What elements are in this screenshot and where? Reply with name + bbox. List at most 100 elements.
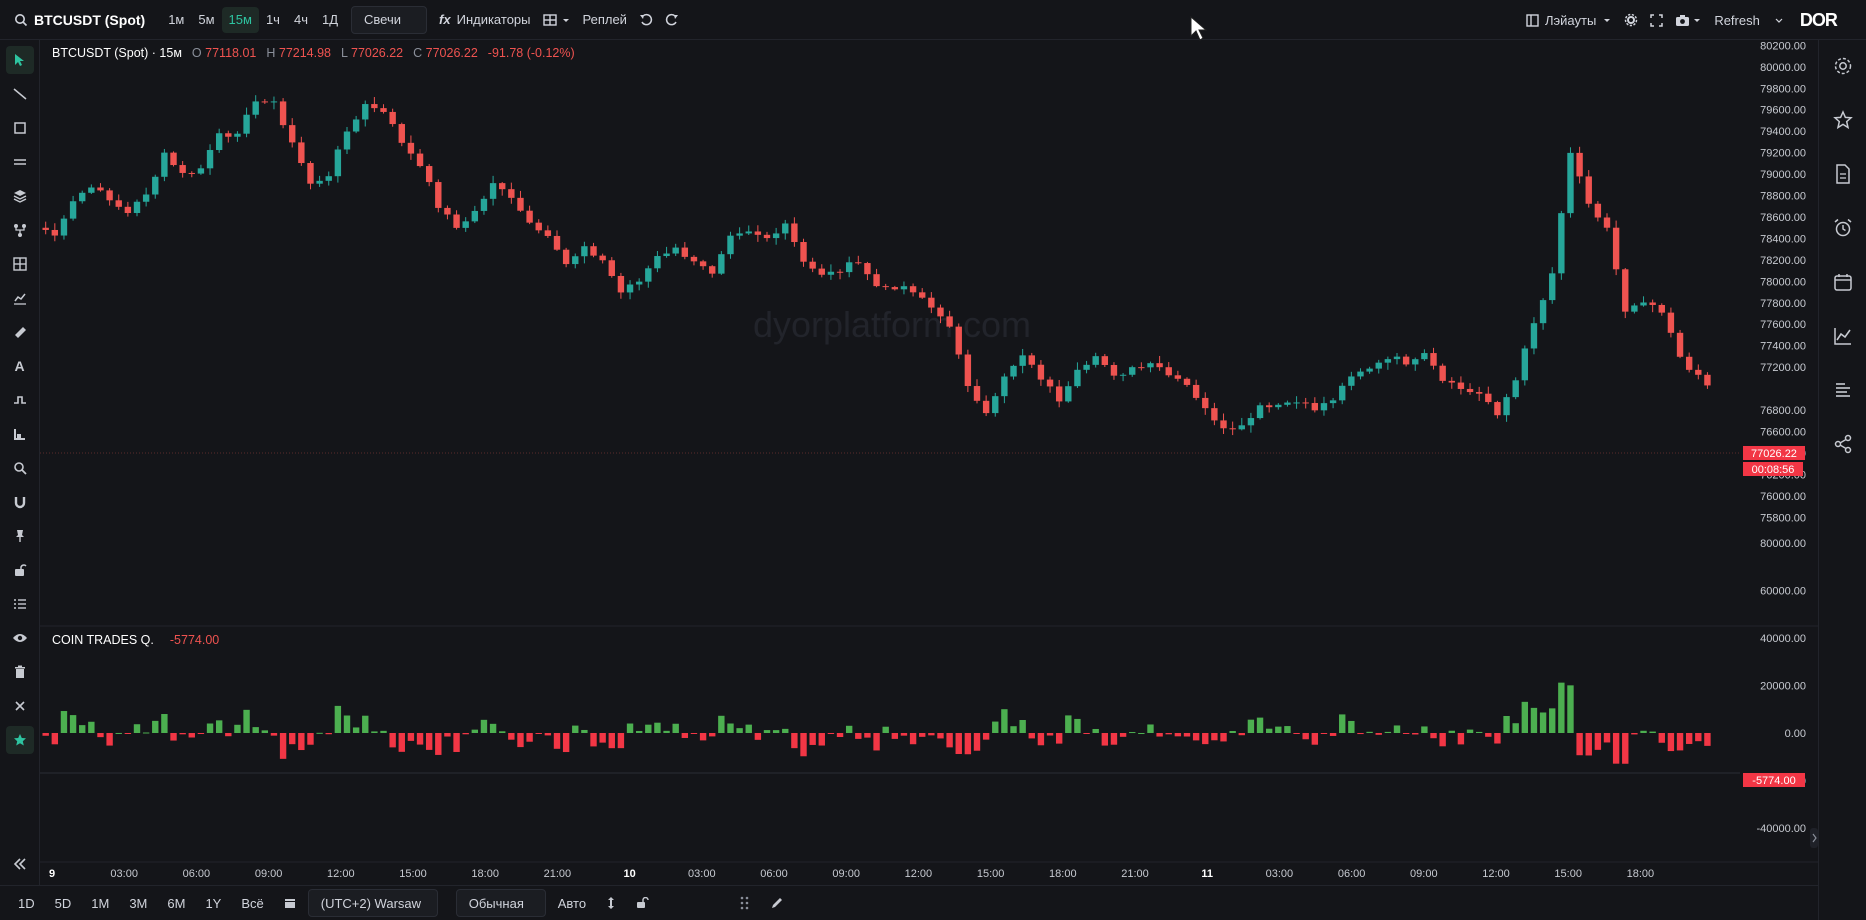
magnet-tool[interactable] [6, 488, 34, 516]
pin-tool[interactable] [6, 522, 34, 550]
range-1d[interactable]: 1D [10, 890, 43, 916]
volume-bar [1156, 733, 1163, 737]
candle-body [553, 235, 561, 250]
close-tool[interactable] [6, 692, 34, 720]
alerts-button[interactable] [1829, 214, 1857, 242]
timeframe-5m[interactable]: 5м [191, 7, 221, 33]
timeframe-15m[interactable]: 15м [221, 6, 259, 33]
notes-button[interactable] [1829, 160, 1857, 188]
text-tool[interactable]: A [6, 352, 34, 380]
forecast-tool[interactable] [6, 284, 34, 312]
volume-bar [635, 730, 643, 733]
calendar-button[interactable] [1829, 268, 1857, 296]
scale-toggle-button[interactable] [598, 890, 624, 916]
candle-body [188, 172, 195, 174]
candle-body [1357, 371, 1364, 377]
volume-bar [1685, 733, 1693, 744]
candle-body [79, 192, 86, 202]
chart-type-select[interactable]: Свечи [351, 5, 428, 34]
candle-body [818, 268, 825, 275]
watchlist-button[interactable] [1829, 106, 1857, 134]
share-button[interactable] [1829, 430, 1857, 458]
volume-legend-title: COIN TRADES Q. [52, 633, 154, 647]
range-1m[interactable]: 1M [83, 890, 117, 916]
object-tree-tool[interactable] [6, 590, 34, 618]
volume-bar [234, 724, 241, 733]
layouts-button[interactable]: Лэйауты [1520, 6, 1618, 34]
volume-bar [699, 733, 707, 741]
cursor-icon [14, 54, 24, 66]
range-all[interactable]: Всё [233, 890, 271, 916]
candle-body [1685, 356, 1693, 370]
volume-bar [1384, 731, 1392, 733]
table-tool[interactable] [6, 250, 34, 278]
collapse-toolbar-button[interactable] [6, 850, 34, 878]
scale-mode-select[interactable]: Обычная [455, 889, 546, 917]
range-1y[interactable]: 1Y [197, 890, 229, 916]
price-axis-label: 76800.00 [1760, 405, 1806, 417]
lock-tool[interactable] [6, 556, 34, 584]
redo-button[interactable] [659, 6, 685, 34]
volume-bar [672, 723, 679, 733]
price-axis-label: 78800.00 [1760, 191, 1806, 203]
time-axis: 9 03:00 06:00 09:00 12:00 15:00 18:00 21:00 10 03… [49, 868, 1654, 880]
unlock-icon [637, 897, 649, 908]
timeframe-4h[interactable]: 4ч [287, 7, 315, 33]
measure-tool[interactable] [6, 420, 34, 448]
range-3m[interactable]: 3M [121, 890, 155, 916]
price-chart[interactable]: dyorplatform.com 80200.00 80000.00 79800.0… [33, 40, 1818, 885]
visibility-tool[interactable] [6, 624, 34, 652]
range-5d[interactable]: 5D [47, 890, 80, 916]
volume-bar [562, 733, 570, 753]
range-6m[interactable]: 6M [159, 890, 193, 916]
trend-line-tool[interactable] [6, 80, 34, 108]
zoom-tool[interactable] [6, 454, 34, 482]
screenshot-button[interactable] [1669, 6, 1708, 34]
cursor-tool[interactable] [5, 46, 34, 74]
fork-tool[interactable] [6, 216, 34, 244]
symbol-search[interactable]: BTCUSDT (Spot) [8, 6, 151, 34]
candle-body [526, 210, 533, 223]
volume-bar [1174, 733, 1182, 737]
layers-tool[interactable] [6, 182, 34, 210]
alarm-clock-icon [1834, 218, 1851, 237]
draw-button[interactable] [762, 890, 792, 916]
candle-body [51, 229, 59, 236]
candle-body [380, 108, 387, 112]
timezone-select[interactable]: (UTC+2) Warsaw [307, 889, 438, 917]
timeframe-1h[interactable]: 1ч [259, 7, 287, 33]
favorites-tool[interactable] [5, 726, 34, 754]
settings-panel-button[interactable] [1829, 52, 1857, 80]
volume-bar [836, 733, 844, 738]
zoom-icon [13, 462, 27, 475]
chart-area[interactable]: dyorplatform.com 80200.00 80000.00 79800.0… [33, 40, 1818, 885]
refresh-button[interactable]: Refresh [1708, 6, 1790, 34]
delete-tool[interactable] [6, 658, 34, 686]
timeframe-1d[interactable]: 1Д [315, 7, 345, 33]
lock-scale-button[interactable] [628, 890, 658, 916]
horizontal-line-tool[interactable] [6, 148, 34, 176]
timeframe-1m[interactable]: 1м [161, 7, 191, 33]
volume-scroll-handle[interactable] [1810, 828, 1818, 848]
right-sidebar [1818, 40, 1866, 920]
candle-body [572, 256, 579, 265]
settings-button[interactable] [1618, 6, 1644, 34]
ruler-tool[interactable] [6, 318, 34, 346]
auto-scale-button[interactable]: Авто [550, 890, 594, 916]
volume-bar [225, 733, 232, 737]
toolbar-right: Лэйауты Refresh DOR [1520, 6, 1843, 34]
fullscreen-button[interactable] [1644, 6, 1669, 34]
candle-body [179, 165, 186, 173]
rectangle-tool[interactable] [6, 114, 34, 142]
data-window-button[interactable] [1829, 322, 1857, 350]
templates-button[interactable] [537, 6, 577, 34]
indicators-button[interactable]: fx Индикаторы [433, 6, 536, 34]
candle-body [499, 183, 506, 190]
go-to-date-button[interactable] [276, 890, 304, 916]
undo-button[interactable] [633, 6, 659, 34]
drag-handle[interactable] [732, 890, 758, 916]
replay-button[interactable]: Реплей [577, 6, 633, 34]
pattern-tool[interactable] [6, 386, 34, 414]
order-book-button[interactable] [1829, 376, 1857, 404]
layouts-label: Лэйауты [1545, 12, 1597, 28]
